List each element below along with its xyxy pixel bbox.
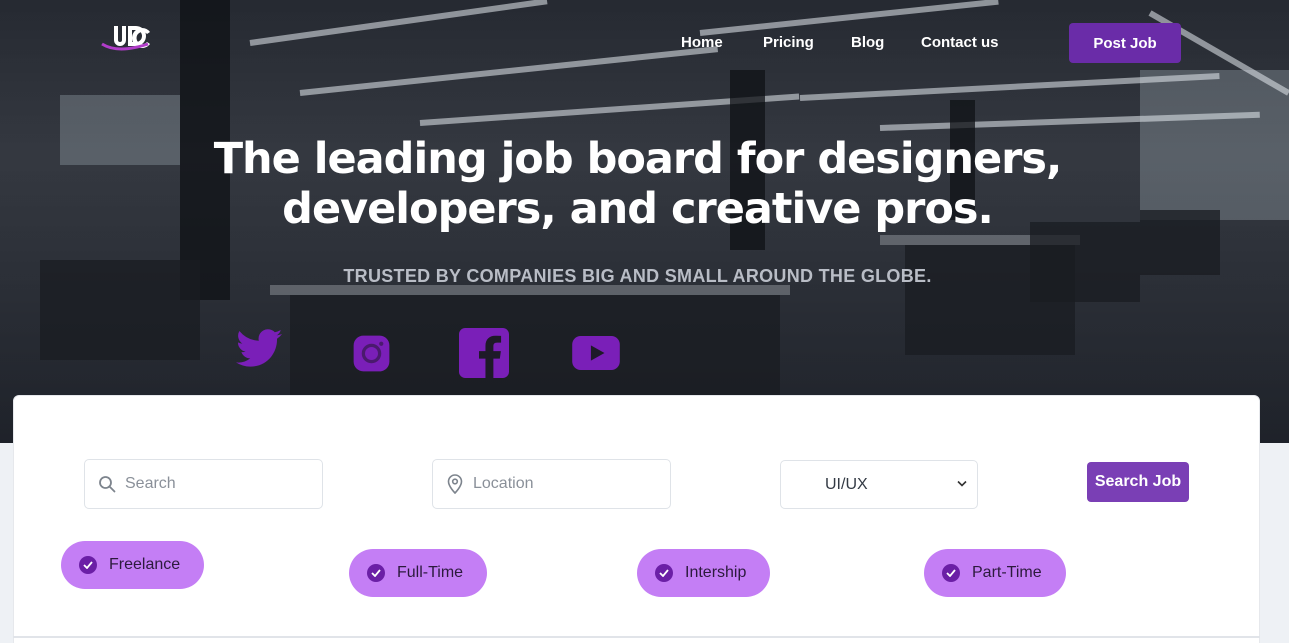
search-placeholder: Search [125,475,176,492]
brand-logo[interactable] [100,20,152,52]
job-type-internship[interactable]: Intership [637,549,771,597]
hero-banner: Home Pricing Blog Contact us Post Job Th… [0,0,1289,443]
headline-line-2: developers, and creative pros. [282,184,994,234]
check-circle-icon [367,564,385,582]
divider [13,636,1260,638]
nav-contact-us[interactable]: Contact us [921,34,999,51]
check-circle-icon [942,564,960,582]
headline-line-1: The leading job board for designers, [213,134,1063,184]
hero-tagline: TRUSTED BY COMPANIES BIG AND SMALL AROUN… [343,266,932,286]
job-type-freelance[interactable]: Freelance [61,541,205,589]
search-job-button[interactable]: Search Job [1087,462,1189,502]
post-job-button[interactable]: Post Job [1069,23,1181,63]
check-circle-icon [79,556,97,574]
category-selected-value: UI/UX [825,475,868,493]
check-circle-icon [655,564,673,582]
hero-headline: The leading job board for designers, dev… [0,134,1275,234]
category-select[interactable]: UI/UX [780,460,978,509]
chevron-down-icon [957,480,967,487]
nav-blog[interactable]: Blog [851,34,884,51]
background-desk [1030,222,1140,302]
nav-home[interactable]: Home [681,34,723,51]
job-type-part-time[interactable]: Part-Time [924,549,1066,597]
job-type-full-time[interactable]: Full-Time [349,549,488,597]
instagram-icon[interactable] [352,334,391,373]
chip-label: Freelance [109,556,181,573]
chip-label: Part-Time [972,564,1042,581]
chip-label: Full-Time [397,564,464,581]
location-input[interactable]: Location [432,459,671,509]
location-pin-icon [446,474,464,494]
youtube-icon[interactable] [572,336,620,370]
chip-label: Intership [685,564,747,581]
search-input[interactable]: Search [84,459,323,509]
search-card [13,395,1260,643]
facebook-icon[interactable] [459,328,509,378]
twitter-icon[interactable] [236,328,284,372]
location-placeholder: Location [473,475,534,492]
nav-pricing[interactable]: Pricing [763,34,814,51]
search-icon [98,475,116,493]
